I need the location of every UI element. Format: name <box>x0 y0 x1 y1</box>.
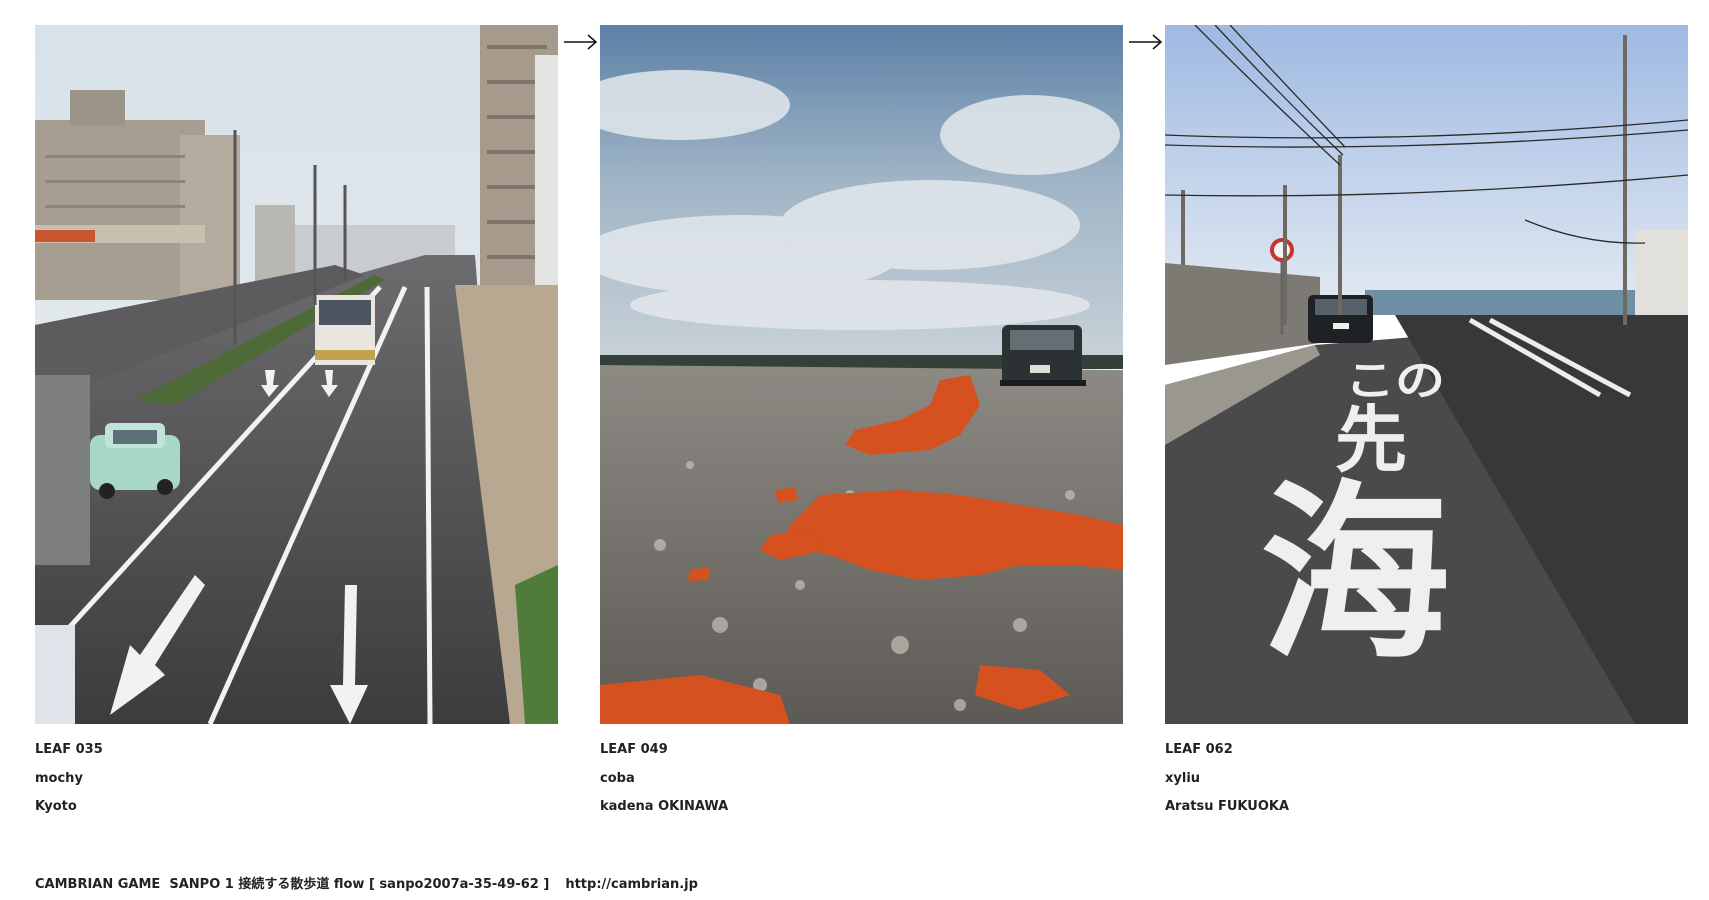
footer-site-link[interactable]: http://cambrian.jp <box>565 877 698 892</box>
leaf-author: mochy <box>35 770 83 786</box>
leaf-card-1: LEAF 035 mochy Kyoto <box>35 25 558 822</box>
leaf-location: kadena OKINAWA <box>600 799 729 814</box>
leaf-meta: LEAF 049 coba kadena OKINAWA <box>600 736 1123 822</box>
footer-credit: CAMBRIAN GAME SANPO 1 接続する散歩道 flow [ san… <box>35 877 550 892</box>
leaf-id: LEAF 049 <box>600 742 668 757</box>
leaf-card-3: この 先 海 LEAF 062 xyliu Aratsu FUKUOKA <box>1165 25 1688 822</box>
leaf-location: Aratsu FUKUOKA <box>1165 799 1290 814</box>
leaf-photo-fukuoka-road[interactable]: この 先 海 <box>1165 25 1688 724</box>
leaf-photo-okinawa-asphalt[interactable] <box>600 25 1123 724</box>
svg-text:海: 海 <box>1260 464 1450 685</box>
leaf-meta: LEAF 035 mochy Kyoto <box>35 736 558 822</box>
leaf-author: xyliu <box>1165 770 1201 786</box>
right-arrow-icon <box>1128 28 1164 56</box>
right-arrow-icon <box>563 28 599 56</box>
leaf-photo-kyoto-street[interactable] <box>35 25 558 724</box>
leaf-id: LEAF 062 <box>1165 742 1233 757</box>
leaf-id: LEAF 035 <box>35 742 103 757</box>
footer: CAMBRIAN GAME SANPO 1 接続する散歩道 flow [ san… <box>35 873 698 892</box>
leaf-location: Kyoto <box>35 799 77 814</box>
leaf-meta: LEAF 062 xyliu Aratsu FUKUOKA <box>1165 736 1688 822</box>
leaf-card-2: LEAF 049 coba kadena OKINAWA <box>600 25 1123 822</box>
page: LEAF 035 mochy Kyoto LEAF 049 coba kaden… <box>0 0 1709 900</box>
leaf-author: coba <box>600 770 635 786</box>
